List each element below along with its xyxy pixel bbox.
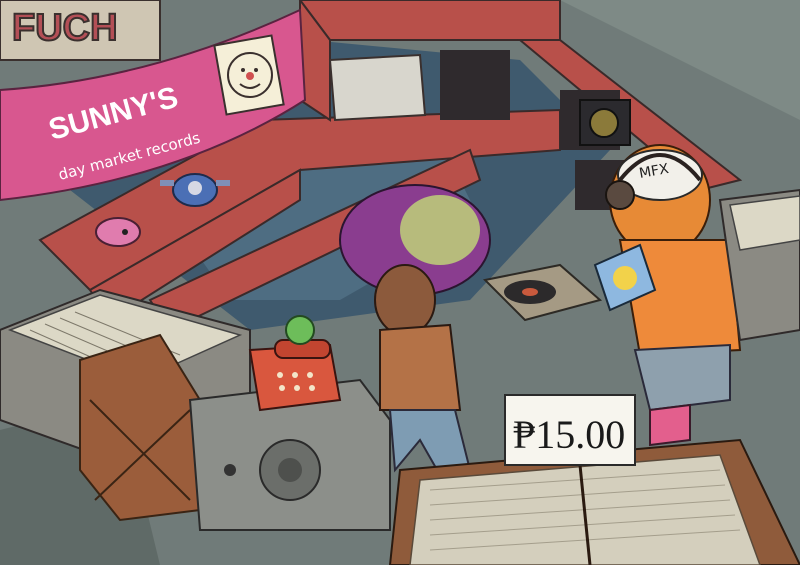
price-tag-text: ₱15.00 bbox=[513, 412, 625, 457]
top-sign: FUCH bbox=[0, 0, 161, 61]
telephone-icon bbox=[248, 339, 342, 412]
record-shop-scene: FUCH SUNNY'S day market records MFX ₱15.… bbox=[0, 0, 800, 565]
green-frog-toy-icon bbox=[285, 315, 315, 345]
speaker bbox=[579, 99, 631, 146]
sun-face-logo-icon bbox=[213, 34, 285, 116]
top-sign-text: FUCH bbox=[12, 7, 118, 49]
illustration: FUCH SUNNY'S day market records MFX ₱15.… bbox=[0, 0, 800, 565]
price-tag: ₱15.00 bbox=[504, 394, 636, 466]
pink-creature-icon bbox=[95, 217, 141, 247]
storage-box bbox=[328, 53, 427, 122]
